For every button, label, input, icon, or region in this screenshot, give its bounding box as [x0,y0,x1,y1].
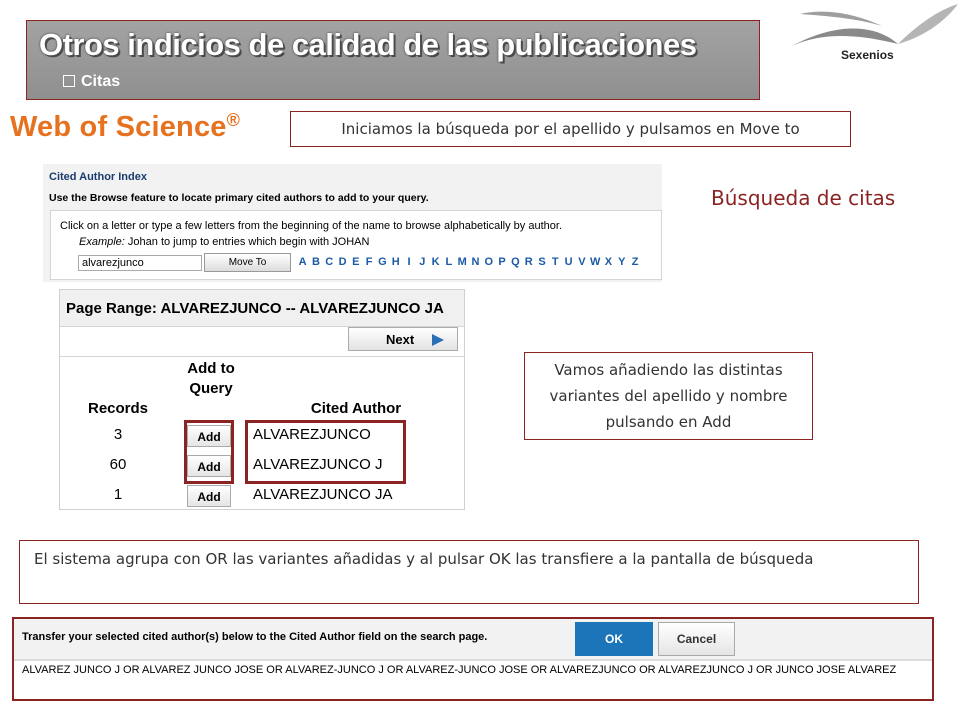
example-text: Johan to jump to entries which begin wit… [127,236,370,248]
example-label: Example: [79,236,125,248]
bullet-label: Citas [81,73,121,90]
letter-link-h[interactable]: H [389,256,402,268]
cited-author-index-panel: Cited Author Index Use the Browse featur… [43,164,662,282]
next-label: Next [386,332,415,347]
arrow-right-icon [432,334,444,346]
transfer-message: Transfer your selected cited author(s) b… [22,631,488,643]
letter-link-r[interactable]: R [522,256,535,268]
bullet-citas: Citas [63,73,120,91]
cited-author-index-subtitle: Use the Browse feature to locate primary… [49,192,429,204]
transfer-toolbar: Transfer your selected cited author(s) b… [14,619,932,659]
letter-link-e[interactable]: E [349,256,362,268]
highlight-authors [245,420,406,484]
transfer-query-text: ALVAREZ JUNCO J OR ALVAREZ JUNCO JOSE OR… [22,664,897,676]
wos-logo-text: Web of Science [10,111,227,143]
row-records-2: 60 [109,456,127,473]
letter-link-m[interactable]: M [456,256,469,268]
cited-author-index-title: Cited Author Index [49,171,147,183]
letter-link-a[interactable]: A [296,256,309,268]
row-records-3: 1 [113,486,123,503]
checkbox-bullet-icon [63,75,75,87]
page-range-header: Page Range: ALVAREZJUNCO -- ALVAREZJUNCO… [60,290,464,327]
letter-link-w[interactable]: W [589,256,602,268]
letter-link-p[interactable]: P [495,256,508,268]
transfer-panel: Transfer your selected cited author(s) b… [12,617,934,701]
page-title: Otros indicios de calidad de las publica… [39,27,697,62]
browse-box: Click on a letter or type a few letters … [50,210,662,280]
letter-link-y[interactable]: Y [615,256,628,268]
letter-link-n[interactable]: N [469,256,482,268]
alphabet-links: A B C D E F G H I J K L M N O P Q R S T … [296,256,642,268]
section-title: Búsqueda de citas [711,186,896,210]
divider [60,356,464,357]
letter-link-k[interactable]: K [429,256,442,268]
callout-add-hint: Vamos añadiendo las distintas variantes … [524,352,813,440]
callout-search-hint: Iniciamos la búsqueda por el apellido y … [290,111,851,147]
column-header-cited-author: Cited Author [310,400,402,417]
ok-button[interactable]: OK [575,622,653,656]
sexenios-label: Sexenios [841,48,894,62]
letter-link-l[interactable]: L [442,256,455,268]
row-author-3: ALVAREZJUNCO JA [253,486,393,503]
wos-registered-mark: ® [226,110,241,130]
letter-link-d[interactable]: D [336,256,349,268]
letter-link-x[interactable]: X [602,256,615,268]
header-banner: Otros indicios de calidad de las publica… [26,20,760,100]
letter-link-c[interactable]: C [323,256,336,268]
letter-link-q[interactable]: Q [509,256,522,268]
browse-example: Example: Johan to jump to entries which … [79,236,369,248]
letter-link-t[interactable]: T [549,256,562,268]
next-button[interactable]: Next [348,327,458,351]
cancel-button[interactable]: Cancel [658,622,735,656]
letter-link-o[interactable]: O [482,256,495,268]
letter-link-f[interactable]: F [362,256,375,268]
letter-link-u[interactable]: U [562,256,575,268]
column-header-add-to-query: Add to Query [187,360,235,397]
letter-link-b[interactable]: B [309,256,322,268]
add-button-3[interactable]: Add [187,485,231,507]
letter-link-z[interactable]: Z [628,256,641,268]
callout-or-hint: El sistema agrupa con OR las variantes a… [19,540,919,604]
author-search-input[interactable]: alvarezjunco [78,255,202,271]
row-records-1: 3 [113,426,123,443]
letter-link-s[interactable]: S [535,256,548,268]
letter-link-v[interactable]: V [575,256,588,268]
letter-link-i[interactable]: I [402,256,415,268]
move-to-button[interactable]: Move To [204,253,291,272]
page-range-title: Page Range: ALVAREZJUNCO -- ALVAREZJUNCO… [66,300,444,317]
web-of-science-logo: Web of Science® [10,110,240,144]
column-header-records: Records [87,400,149,417]
highlight-add-buttons [184,420,234,484]
divider [14,659,932,661]
browse-instructions: Click on a letter or type a few letters … [60,220,562,232]
letter-link-g[interactable]: G [376,256,389,268]
letter-link-j[interactable]: J [416,256,429,268]
